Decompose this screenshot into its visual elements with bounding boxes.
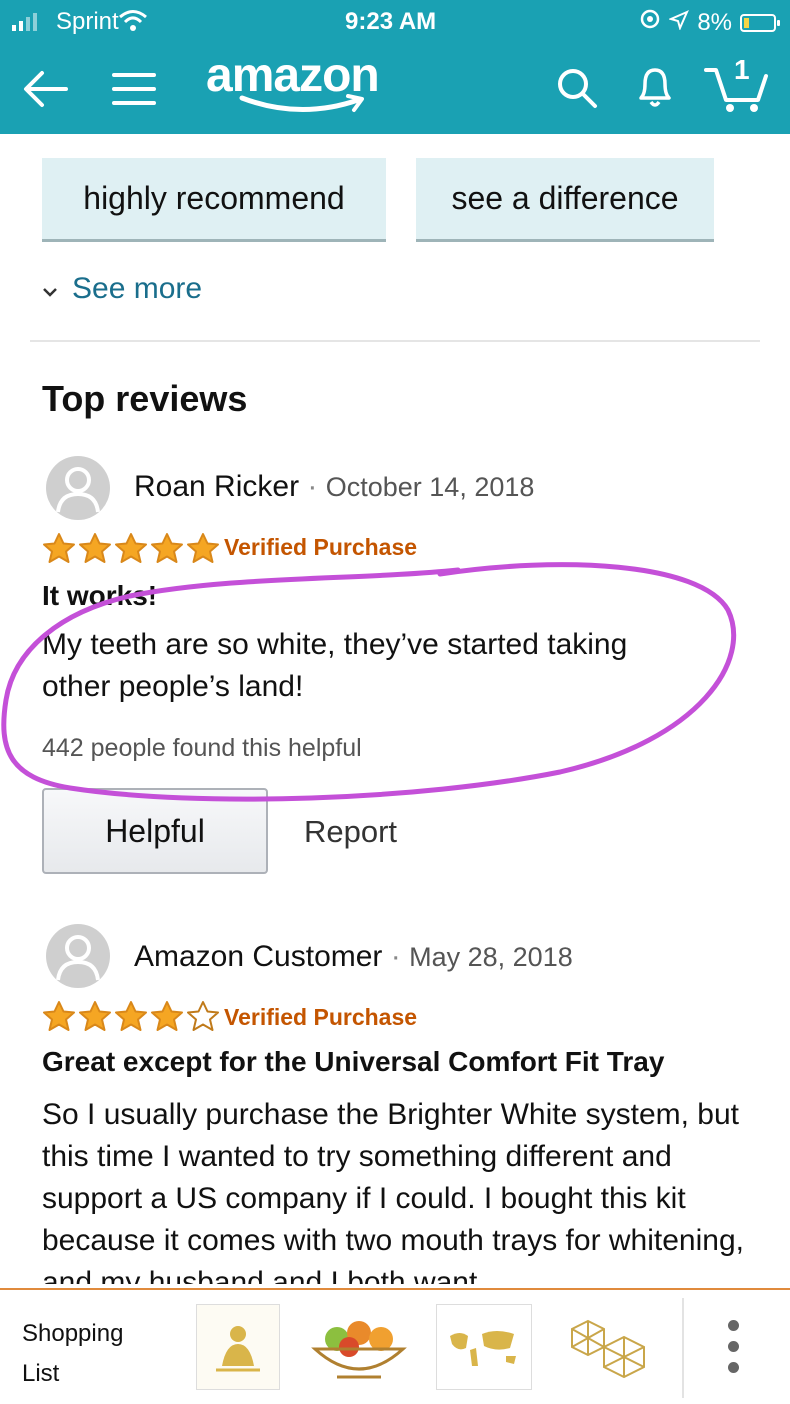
clock: 9:23 AM [345, 8, 437, 35]
geometric-planters-thumbnail[interactable] [566, 1304, 656, 1388]
fruit-bowl-thumbnail[interactable] [306, 1304, 412, 1388]
screen-lock-icon [639, 8, 661, 37]
cart-icon[interactable]: 1 [700, 54, 772, 116]
separator: · [307, 470, 318, 503]
star-filled-icon [115, 1001, 147, 1031]
top-reviews-heading: Top reviews [42, 378, 248, 419]
search-icon[interactable] [552, 62, 602, 114]
shopping-list-label[interactable]: Shopping List [22, 1314, 162, 1394]
menu-icon[interactable] [108, 64, 160, 114]
star-filled-icon [43, 1001, 75, 1031]
app-header: amazon 1 [0, 42, 790, 134]
world-map-thumbnail[interactable] [436, 1304, 532, 1390]
buddha-print-thumbnail[interactable] [196, 1304, 280, 1390]
user-silhouette-icon [56, 935, 100, 981]
star-filled-icon [79, 1001, 111, 1031]
reviewer-name[interactable]: Roan Ricker [134, 470, 299, 503]
hand-drawn-highlight-circle [1, 562, 737, 802]
star-rating [42, 1000, 220, 1032]
star-filled-icon [151, 1001, 183, 1031]
section-divider [30, 340, 760, 342]
verified-purchase-badge: Verified Purchase [224, 1004, 418, 1030]
review-filter-chip[interactable]: highly recommend [42, 158, 386, 242]
more-options-icon[interactable] [728, 1320, 739, 1373]
chevron-down-icon [42, 272, 58, 306]
battery-icon [740, 13, 780, 32]
review-body: So I usually purchase the Brighter White… [42, 1098, 744, 1284]
wifi-icon [118, 8, 148, 39]
review-header: Amazon Customer · May 28, 2018 [134, 940, 573, 974]
reviewer-name[interactable]: Amazon Customer [134, 940, 382, 973]
see-more-link[interactable]: See more [42, 272, 202, 306]
notification-bell-icon[interactable] [630, 60, 680, 114]
location-icon [668, 9, 690, 37]
review-header: Roan Ricker · October 14, 2018 [134, 470, 534, 504]
review-date: October 14, 2018 [325, 472, 535, 502]
review-title[interactable]: Great except for the Universal Comfort F… [42, 1046, 664, 1078]
back-arrow-icon[interactable] [20, 64, 70, 114]
bar-divider [682, 1298, 684, 1398]
user-silhouette-icon [56, 467, 100, 513]
avatar[interactable] [46, 924, 110, 988]
separator: · [390, 940, 401, 973]
signal-strength-icon [12, 11, 37, 31]
battery-percent: 8% [697, 8, 732, 36]
see-more-label: See more [72, 272, 203, 305]
amazon-smile-logo-mark [239, 94, 364, 113]
status-bar: Sprint 9:23 AM 8% [0, 0, 790, 42]
review-filter-chip[interactable]: see a difference [416, 158, 714, 242]
cart-count-badge: 1 [734, 54, 750, 85]
avatar[interactable] [46, 456, 110, 520]
review-date: May 28, 2018 [409, 942, 573, 972]
star-empty-icon [187, 1001, 219, 1031]
carrier-name: Sprint [56, 8, 119, 35]
shopping-list-bar: Shopping List [0, 1288, 790, 1404]
